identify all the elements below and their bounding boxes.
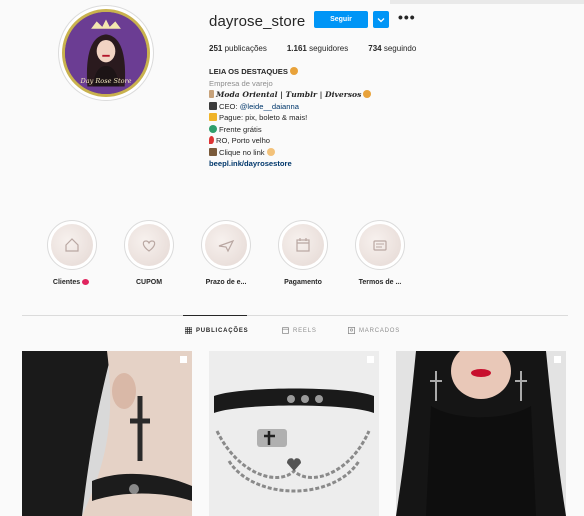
chevron-down-icon xyxy=(377,17,385,22)
multiple-posts-icon xyxy=(554,356,561,363)
ceo-mention-link[interactable]: @leide__daianna xyxy=(240,102,299,111)
cart-icon xyxy=(209,147,217,156)
suggestions-dropdown-button[interactable] xyxy=(373,11,389,28)
reels-icon xyxy=(282,327,289,334)
profile-username: dayrose_store xyxy=(209,13,306,30)
ellipsis-icon: ••• xyxy=(398,9,416,25)
highlight-cover xyxy=(278,220,328,270)
tagged-icon xyxy=(348,327,355,334)
document-icon xyxy=(373,240,387,251)
highlight-label: CUPOM xyxy=(135,279,163,286)
profile-avatar[interactable]: Day Rose Store xyxy=(58,5,154,101)
heart-outline-icon xyxy=(142,240,156,252)
highlight-cover xyxy=(47,220,97,270)
posts-stat: 251 publicações xyxy=(209,44,267,53)
home-icon xyxy=(65,238,79,252)
post-image xyxy=(22,351,192,516)
avatar-store-text: Day Rose Store xyxy=(80,77,132,85)
highlight-termos[interactable]: Termos de ... xyxy=(348,220,412,286)
post-thumbnail[interactable] xyxy=(396,351,566,516)
active-tab-indicator xyxy=(183,315,247,316)
bio-line-style: 𝑴𝒐𝒅𝒂 𝑶𝒓𝒊𝒆𝒏𝒕𝒂𝒍 | 𝑻𝒖𝒎𝒃𝒍𝒓 | 𝑫𝒊𝒗𝒆𝒓𝒔𝒐𝒔 xyxy=(209,89,469,101)
bio-line-highlights: LEIA OS DESTAQUES xyxy=(209,66,469,78)
follow-button[interactable]: Seguir xyxy=(314,11,368,28)
grid-icon xyxy=(185,327,192,334)
bio-line-payment: Pague: pix, boleto & mais! xyxy=(209,112,469,124)
bio-category: Empresa de varejo xyxy=(209,78,273,88)
candle-icon xyxy=(209,90,214,98)
tab-reels[interactable]: REELS xyxy=(282,327,317,334)
bio-line-ceo: CEO: @leide__daianna xyxy=(209,101,469,113)
heart-icon xyxy=(82,279,90,285)
heart-face-icon xyxy=(290,67,299,75)
tab-marcados[interactable]: MARCADOS xyxy=(348,327,400,334)
heart-face-icon xyxy=(363,90,372,98)
multiple-posts-icon xyxy=(367,356,374,363)
highlight-cover xyxy=(355,220,405,270)
pointing-hand-icon xyxy=(266,147,275,156)
following-stat[interactable]: 734 seguindo xyxy=(368,44,416,53)
calendar-icon xyxy=(296,238,310,252)
highlight-cover xyxy=(201,220,251,270)
profile-stats: 251 publicações 1.161 seguidores 734 seg… xyxy=(209,44,416,53)
highlight-label: Prazo de e... xyxy=(205,279,247,286)
highlight-clientes[interactable]: Clientes xyxy=(40,220,104,286)
multiple-posts-icon xyxy=(180,356,187,363)
post-image xyxy=(209,351,379,516)
bio-line-click: Clique no link xyxy=(209,147,469,159)
tabs-divider xyxy=(22,315,568,316)
highlight-label: Clientes xyxy=(40,279,104,286)
globe-icon xyxy=(209,124,217,133)
highlight-pagamento[interactable]: Pagamento xyxy=(271,220,335,286)
woman-icon xyxy=(209,101,217,110)
airplane-icon xyxy=(218,239,235,253)
bio-external-link[interactable]: beepl.ink/dayrosestore xyxy=(209,158,469,170)
highlight-label: Termos de ... xyxy=(358,279,402,286)
post-thumbnail[interactable] xyxy=(209,351,379,516)
bio-line-location: RO, Porto velho xyxy=(209,135,469,147)
post-image xyxy=(396,351,566,516)
highlight-label: Pagamento xyxy=(284,279,322,286)
highlight-cupom[interactable]: CUPOM xyxy=(117,220,181,286)
bio-line-shipping: Frente grátis xyxy=(209,124,469,136)
more-options-button[interactable]: ••• xyxy=(398,9,416,25)
top-strip xyxy=(390,0,584,4)
profile-bio: LEIA OS DESTAQUES Empresa de varejo 𝑴𝒐𝒅𝒂… xyxy=(209,66,469,170)
highlight-cover xyxy=(124,220,174,270)
highlight-prazo[interactable]: Prazo de e... xyxy=(194,220,258,286)
tab-publicacoes[interactable]: PUBLICAÇÕES xyxy=(185,327,248,334)
credit-card-icon xyxy=(209,113,217,121)
post-thumbnail[interactable] xyxy=(22,351,192,516)
followers-stat[interactable]: 1.161 seguidores xyxy=(287,44,348,53)
avatar-image: Day Rose Store xyxy=(62,9,150,97)
pin-icon xyxy=(209,136,214,144)
